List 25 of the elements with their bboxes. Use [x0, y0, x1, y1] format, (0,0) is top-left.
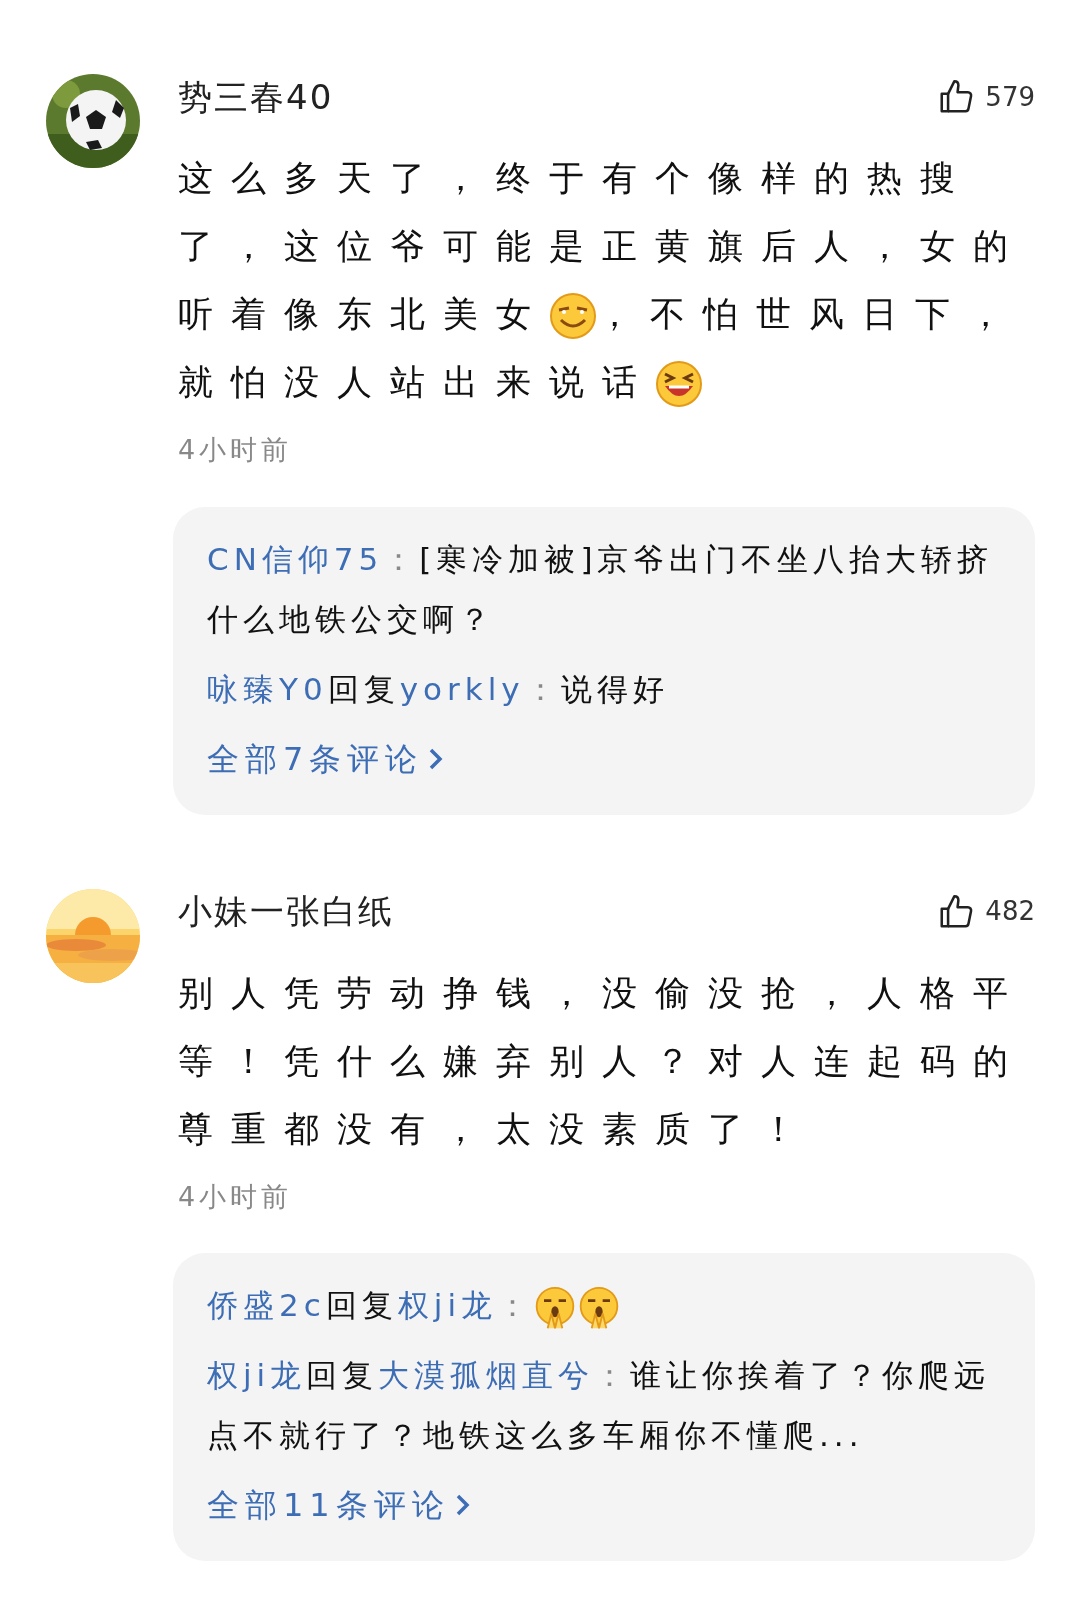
view-all-replies-link[interactable]: 全部11条评论 — [207, 1475, 1001, 1535]
username[interactable]: 小妹一张白纸 — [178, 886, 394, 937]
comment-time: 4小时前 — [178, 433, 294, 467]
reply-text: 侨盛2c 回复 权ji龙： — [207, 1275, 1001, 1335]
reply-text: CN信仰75：[寒冷加被]京爷出门不坐八抬大轿挤什么地铁公交啊？ — [207, 539, 995, 639]
like-count: 579 — [985, 80, 1035, 114]
comment-time: 4小时前 — [178, 1179, 294, 1214]
username[interactable]: 势三春40 — [178, 71, 334, 123]
like-count: 482 — [985, 895, 1035, 928]
reply-username[interactable]: 咏臻Y0 — [207, 670, 328, 707]
reply-text: 权ji龙 回复 大漠孤烟直兮：谁让你挨着了？你爬远点不就行了？地铁这么多车厢你不懂爬... — [207, 1356, 992, 1455]
reply-username[interactable]: 大漠孤烟直兮 — [378, 1357, 595, 1393]
comment-text: 别人凭劳动挣钱，没偷没抢，人格平等！凭什么嫌弃别人？对人连起码的尊重都没有，太没素质了！ — [178, 971, 1027, 1151]
laughing-emoji-icon — [655, 360, 703, 408]
praying-emoji-icon — [577, 1285, 621, 1330]
reply-username[interactable]: CN信仰75 — [207, 540, 384, 577]
reply-username[interactable]: 权ji龙 — [207, 1357, 307, 1393]
reply-username[interactable]: 权ji龙 — [397, 1287, 497, 1323]
reply-text: 咏臻Y0 回复 yorkly：说得好 — [207, 669, 670, 709]
reply-username[interactable]: 侨盛2c — [207, 1287, 326, 1323]
reply-username[interactable]: yorkly — [399, 670, 525, 707]
grinning-emoji-icon — [549, 292, 597, 340]
view-all-replies-link[interactable]: 全部7条评论 — [207, 728, 1001, 789]
praying-emoji-icon — [533, 1285, 577, 1330]
comment-text: 这么多天了，终于有个像样的热搜了，这位爷可能是正黄旗后人，女的听着像东北美女 ，不怕世风日下，就怕没人站出来说话 — [178, 144, 1035, 416]
